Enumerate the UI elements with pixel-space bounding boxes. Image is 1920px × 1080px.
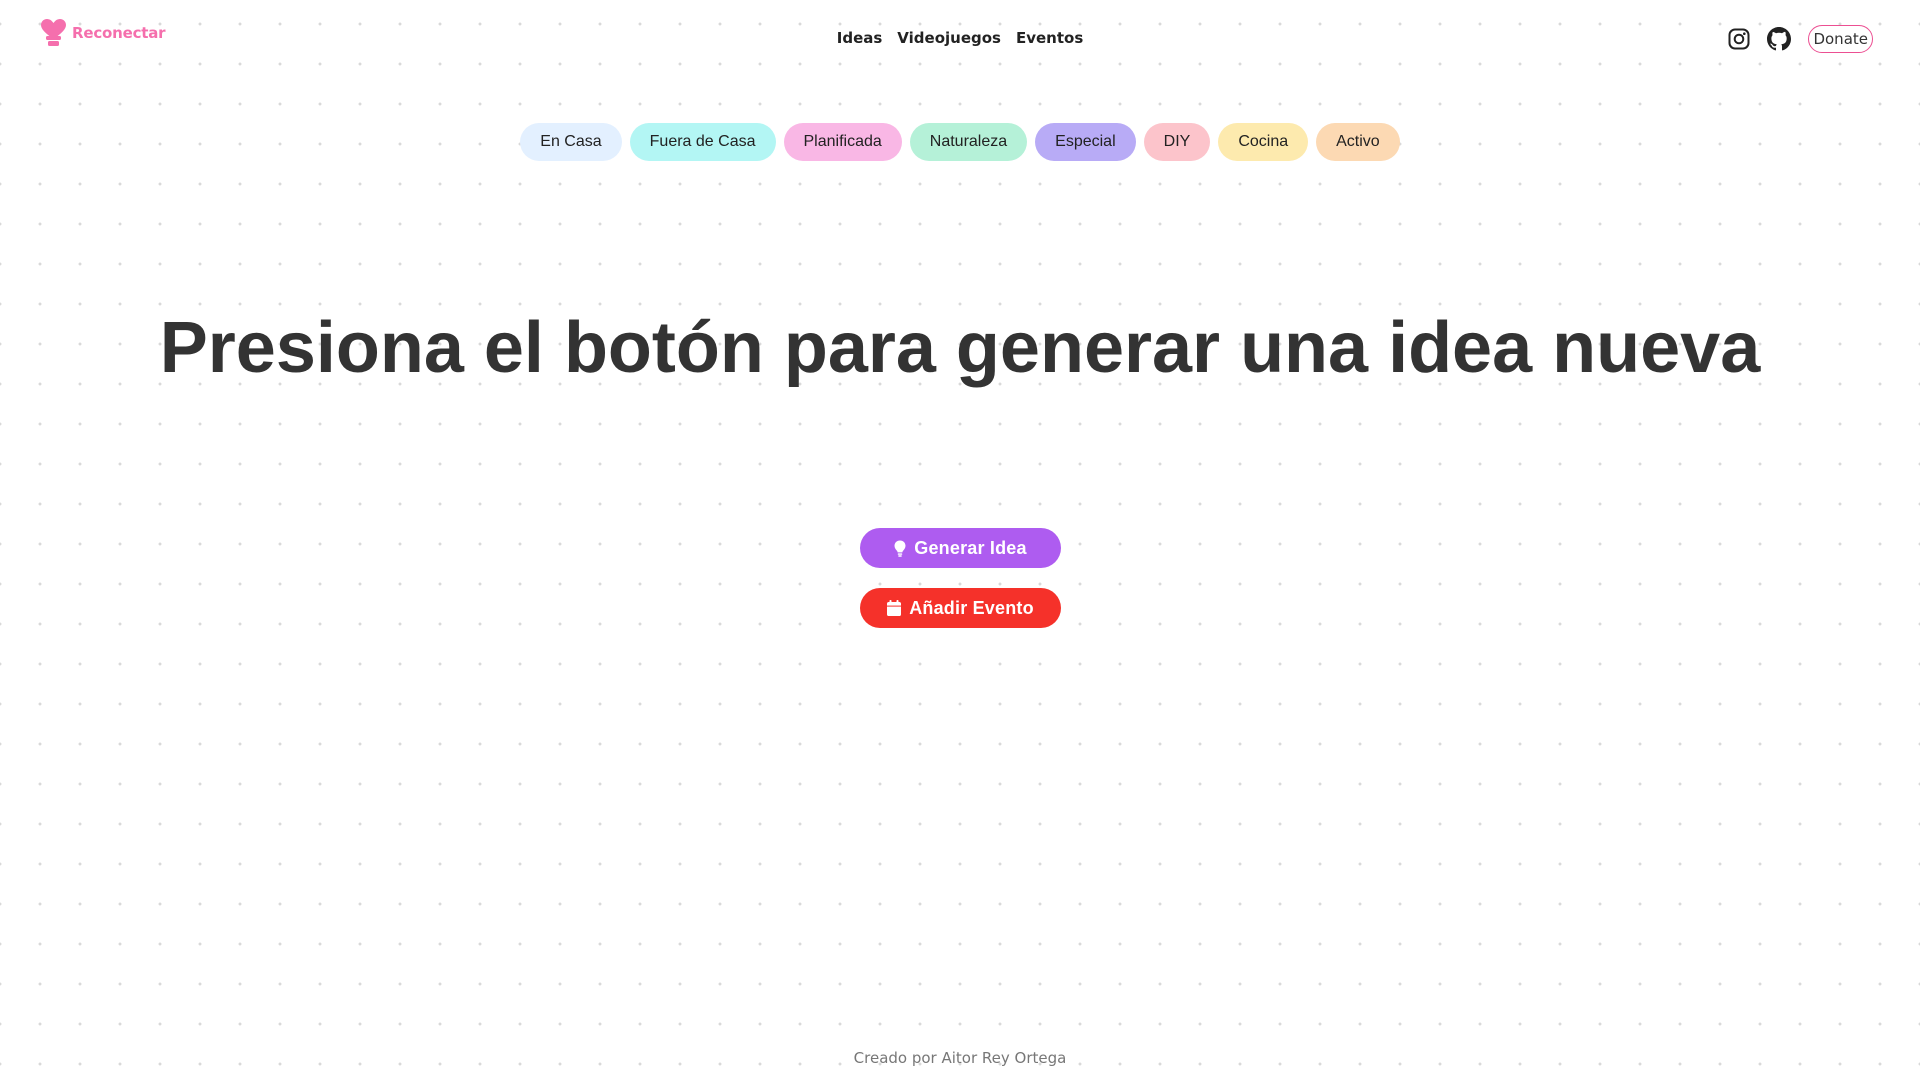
social-links: Donate [1726, 25, 1873, 53]
category-chip-en-casa[interactable]: En Casa [520, 123, 622, 161]
add-event-button[interactable]: Añadir Evento [860, 588, 1061, 628]
category-chip-especial[interactable]: Especial [1035, 123, 1136, 161]
github-icon[interactable] [1766, 26, 1792, 52]
site-header: Reconectar Ideas Videojuegos Eventos Don… [0, 0, 1920, 80]
nav-link-ideas[interactable]: Ideas [837, 29, 883, 47]
calendar-icon [887, 600, 902, 616]
generate-idea-label: Generar Idea [914, 537, 1027, 558]
main-nav: Ideas Videojuegos Eventos [0, 29, 1920, 47]
category-chip-activo[interactable]: Activo [1316, 123, 1400, 161]
instagram-icon[interactable] [1726, 26, 1752, 52]
nav-link-videojuegos[interactable]: Videojuegos [897, 29, 1001, 47]
nav-link-eventos[interactable]: Eventos [1016, 29, 1083, 47]
category-chip-diy[interactable]: DIY [1143, 123, 1211, 161]
add-event-label: Añadir Evento [909, 597, 1034, 618]
generate-idea-button[interactable]: Generar Idea [860, 528, 1061, 568]
category-chip-fuera-de-casa[interactable]: Fuera de Casa [629, 123, 776, 161]
footer-credit: Creado por Aitor Rey Ortega [853, 1049, 1067, 1067]
lightbulb-icon [894, 540, 906, 557]
category-chip-naturaleza[interactable]: Naturaleza [909, 123, 1028, 161]
donate-button[interactable]: Donate [1808, 25, 1873, 53]
idea-display-title: Presiona el botón para generar una idea … [159, 308, 1761, 388]
action-buttons: Generar Idea Añadir Evento [860, 528, 1061, 628]
category-chip-cocina[interactable]: Cocina [1218, 123, 1309, 161]
category-chip-planificada[interactable]: Planificada [783, 123, 902, 161]
category-filters: En Casa Fuera de Casa Planificada Natura… [0, 123, 1920, 161]
